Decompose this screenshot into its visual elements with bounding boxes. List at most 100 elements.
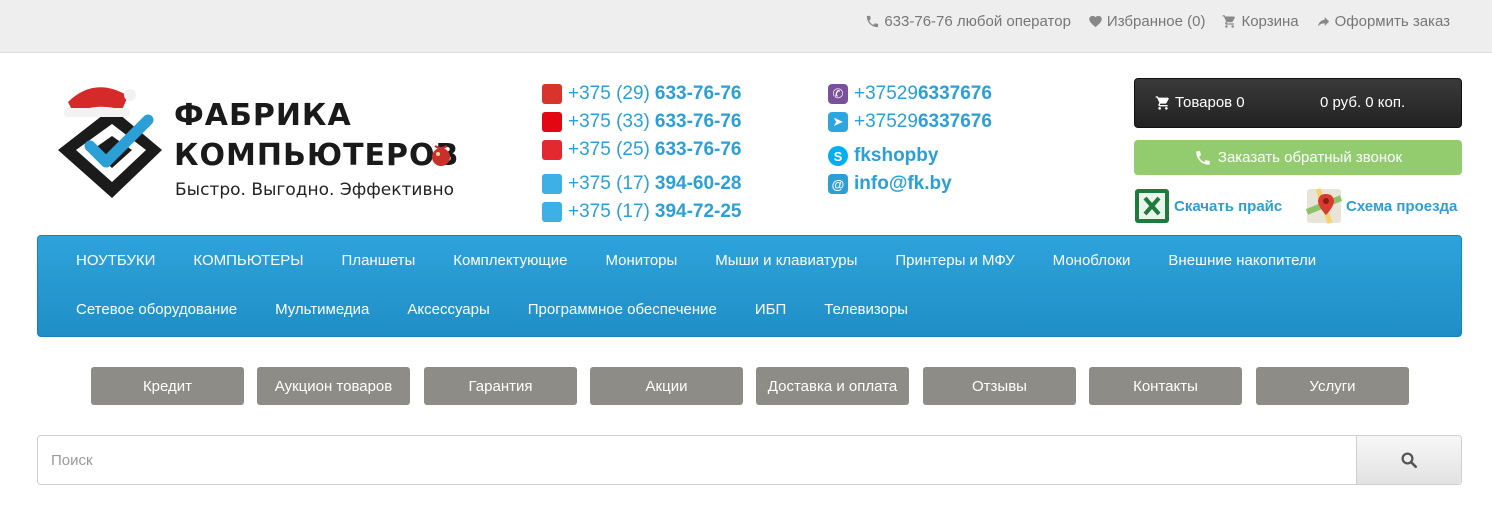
- search-input[interactable]: [38, 436, 1358, 484]
- map-pin-icon: [1306, 188, 1342, 224]
- contact-value: info@fk.by: [854, 173, 952, 194]
- nav-item-monitors[interactable]: Мониторы: [586, 250, 696, 272]
- phone-landline[interactable]: +375 (17) 394-72-25: [542, 198, 742, 226]
- viber-icon: ✆: [828, 84, 848, 104]
- download-price-link[interactable]: Скачать прайс: [1134, 188, 1282, 224]
- contact-value: 6337676: [917, 111, 992, 132]
- phone-prefix: +375 (29): [568, 83, 650, 104]
- nav-item-multimedia[interactable]: Мультимедиа: [256, 299, 388, 321]
- download-price-label: Скачать прайс: [1174, 197, 1283, 215]
- email-icon: @: [828, 174, 848, 194]
- top-phone-link[interactable]: 633-76-76 любой оператор: [865, 13, 1071, 30]
- site-logo[interactable]: ФАБРИКА КОМПЬЮТЕРОВ Быстро. Выгодно. Эфф…: [50, 80, 480, 205]
- delivery-button[interactable]: Доставка и оплата: [756, 367, 909, 405]
- logo-title-line1: ФАБРИКА: [174, 98, 352, 133]
- nav-item-computers[interactable]: КОМПЬЮТЕРЫ: [174, 250, 322, 272]
- phone-fax[interactable]: +375 (17) 394-60-28: [542, 170, 742, 198]
- excel-icon: [1135, 189, 1169, 223]
- contact-prefix: +37529: [854, 83, 918, 104]
- logo-slogan: Быстро. Выгодно. Эффективно: [175, 180, 454, 200]
- nav-item-printers[interactable]: Принтеры и МФУ: [876, 250, 1033, 272]
- cart-items-label: Товаров 0: [1175, 94, 1245, 111]
- nav-item-accessories[interactable]: Аксессуары: [388, 299, 508, 321]
- nav-item-tablets[interactable]: Планшеты: [323, 250, 435, 272]
- category-nav-row: Сетевое оборудование Мультимедиа Аксессу…: [38, 299, 927, 321]
- directions-label: Схема проезда: [1346, 197, 1458, 215]
- favorites-link[interactable]: Избранное (0): [1088, 13, 1206, 30]
- auction-button[interactable]: Аукцион товаров: [257, 367, 410, 405]
- cart-count: Товаров 0: [1155, 94, 1245, 111]
- phone-prefix: +375 (17): [568, 173, 650, 194]
- top-bar: 633-76-76 любой оператор Избранное (0) К…: [0, 0, 1492, 53]
- phone-a1[interactable]: +375 (29) 633-76-76: [542, 80, 742, 108]
- nav-item-network[interactable]: Сетевое оборудование: [38, 299, 256, 321]
- phone-number: 394-60-28: [654, 173, 742, 194]
- christmas-ornament-icon: [432, 145, 450, 166]
- contact-telegram[interactable]: ➤ +37529 6337676: [828, 108, 992, 136]
- contacts-button[interactable]: Контакты: [1089, 367, 1242, 405]
- phone-ringing-icon: [1196, 150, 1210, 165]
- landline-phone-icon: [542, 202, 562, 222]
- phone-list: +375 (29) 633-76-76 +375 (33) 633-76-76 …: [542, 80, 742, 226]
- nav-item-external-storage[interactable]: Внешние накопители: [1149, 250, 1335, 272]
- nav-item-mice-keyboards[interactable]: Мыши и клавиатуры: [696, 250, 876, 272]
- checkout-link[interactable]: Оформить заказ: [1316, 13, 1450, 30]
- search-icon: [1401, 452, 1418, 469]
- fax-icon: [542, 174, 562, 194]
- cart-sum-label: 0 руб. 0 коп.: [1320, 94, 1406, 111]
- search-bar: [37, 435, 1462, 485]
- phone-number: 633-76-76: [654, 111, 742, 132]
- phone-mts[interactable]: +375 (33) 633-76-76: [542, 108, 742, 136]
- a1-operator-icon: [542, 84, 562, 104]
- nav-item-tv[interactable]: Телевизоры: [805, 299, 927, 321]
- contact-prefix: +37529: [854, 111, 918, 132]
- life-operator-icon: [542, 140, 562, 160]
- cart-link[interactable]: Корзина: [1222, 13, 1299, 30]
- heart-icon: [1089, 15, 1102, 28]
- share-arrow-icon: [1317, 17, 1329, 27]
- phone-life[interactable]: +375 (25) 633-76-76: [542, 136, 742, 164]
- phone-prefix: +375 (25): [568, 139, 650, 160]
- cart-icon: [1223, 15, 1236, 28]
- category-nav-row: НОУТБУКИ КОМПЬЮТЕРЫ Планшеты Комплектующ…: [38, 250, 1335, 272]
- contact-value: 6337676: [917, 83, 992, 104]
- phone-prefix: +375 (33): [568, 111, 650, 132]
- phone-number: 394-72-25: [654, 201, 742, 222]
- category-nav: НОУТБУКИ КОМПЬЮТЕРЫ Планшеты Комплектующ…: [37, 235, 1462, 337]
- phone-prefix: +375 (17): [568, 201, 650, 222]
- promotions-button[interactable]: Акции: [590, 367, 743, 405]
- contact-viber[interactable]: ✆ +37529 6337676: [828, 80, 992, 108]
- checkout-label: Оформить заказ: [1334, 13, 1450, 30]
- nav-item-components[interactable]: Комплектующие: [434, 250, 586, 272]
- phone-number: 633-76-76: [654, 83, 742, 104]
- contact-email[interactable]: @ info@fk.by: [828, 170, 992, 198]
- nav-item-software[interactable]: Программное обеспечение: [509, 299, 736, 321]
- skype-icon: S: [828, 146, 848, 166]
- telegram-icon: ➤: [828, 112, 848, 132]
- search-button[interactable]: [1356, 436, 1461, 484]
- credit-button[interactable]: Кредит: [91, 367, 244, 405]
- contact-value: fkshopby: [854, 145, 939, 166]
- callback-button[interactable]: Заказать обратный звонок: [1134, 140, 1462, 175]
- directions-link[interactable]: Схема проезда: [1306, 188, 1457, 224]
- nav-item-laptops[interactable]: НОУТБУКИ: [38, 250, 174, 272]
- phone-icon: [867, 15, 879, 28]
- cart-link-label: Корзина: [1241, 13, 1299, 30]
- favorites-label: Избранное (0): [1106, 13, 1206, 30]
- cart-summary-button[interactable]: Товаров 0 0 руб. 0 коп.: [1134, 78, 1462, 128]
- phone-number: 633-76-76: [654, 139, 742, 160]
- cart-icon: [1155, 95, 1169, 110]
- reviews-button[interactable]: Отзывы: [923, 367, 1076, 405]
- contact-skype[interactable]: S fkshopby: [828, 142, 992, 170]
- nav-item-ups[interactable]: ИБП: [736, 299, 805, 321]
- logo-checkmark-icon: [58, 87, 162, 198]
- mts-operator-icon: [542, 112, 562, 132]
- nav-item-all-in-one[interactable]: Моноблоки: [1034, 250, 1150, 272]
- services-button[interactable]: Услуги: [1256, 367, 1409, 405]
- warranty-button[interactable]: Гарантия: [424, 367, 577, 405]
- top-links: 633-76-76 любой оператор Избранное (0) К…: [865, 13, 1450, 30]
- logo-title-line2: КОМПЬЮТЕРОВ: [174, 138, 460, 173]
- top-phone-label: 633-76-76 любой оператор: [884, 13, 1071, 30]
- messenger-contacts: ✆ +37529 6337676 ➤ +37529 6337676 S fkshop…: [828, 80, 992, 198]
- callback-label: Заказать обратный звонок: [1217, 149, 1403, 166]
